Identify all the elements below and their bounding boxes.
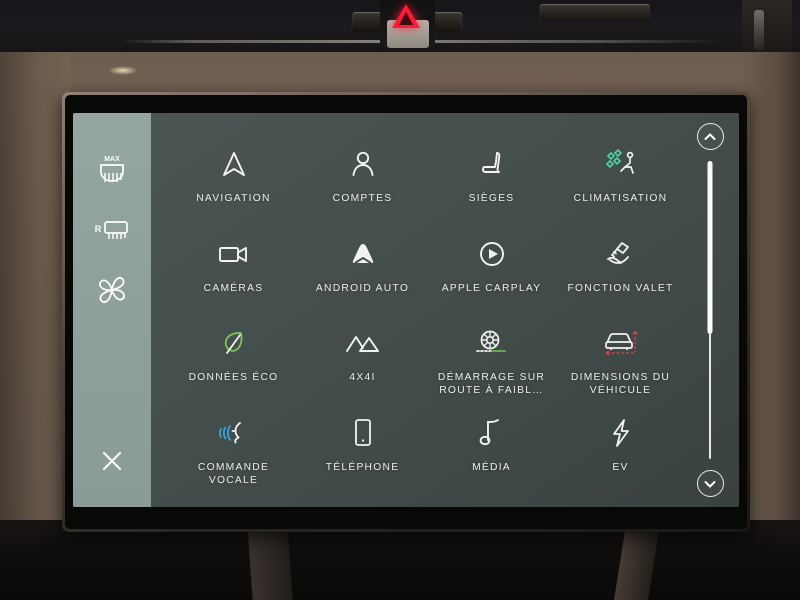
climate-sidebar: MAX R <box>73 113 151 507</box>
app-tile-label: MÉDIA <box>472 461 511 473</box>
infotainment-screen-bezel: MAX R NAVIGATION COMPTES SIÈGES CLIMATIS… <box>62 92 750 532</box>
vehicle-dimensions-icon <box>596 322 646 364</box>
app-tile-label: TÉLÉPHONE <box>325 461 400 473</box>
app-tile-label: NAVIGATION <box>196 193 271 204</box>
app-tile-telephone[interactable]: TÉLÉPHONE <box>298 408 427 498</box>
app-tile-android-auto[interactable]: ANDROID AUTO <box>298 229 427 319</box>
app-tile-cameras[interactable]: CAMÉRAS <box>169 229 298 319</box>
car-interior-scene: MAX R NAVIGATION COMPTES SIÈGES CLIMATIS… <box>0 0 800 600</box>
chevron-up-icon <box>704 133 716 140</box>
max-defrost-badge: MAX <box>104 156 120 163</box>
sidebar-item-rear-defrost[interactable]: R <box>86 207 138 253</box>
climate-airflow-icon <box>596 143 646 185</box>
scrollbar-track[interactable] <box>705 161 715 459</box>
dashboard-face-right <box>742 52 800 532</box>
eco-leaf-icon <box>209 322 259 364</box>
app-tile-ev[interactable]: EV <box>556 408 685 498</box>
mountain-terrain-icon <box>338 322 388 364</box>
app-tile-fonction-valet[interactable]: FONCTION VALET <box>556 229 685 319</box>
app-tile-label: FONCTION VALET <box>567 282 674 294</box>
app-tile-label: CLIMATISATION <box>573 193 668 204</box>
navigation-arrow-icon <box>209 143 259 185</box>
app-tile-label: 4X4I <box>349 372 376 383</box>
app-tile-4x4i[interactable]: 4X4I <box>298 318 427 408</box>
app-tile-label: DIMENSIONS DU VÉHICULE <box>570 372 671 396</box>
console-support-left <box>247 525 293 600</box>
close-menu-button[interactable] <box>92 441 132 481</box>
app-tile-label: ANDROID AUTO <box>315 282 410 294</box>
chevron-down-icon <box>704 480 716 487</box>
app-tile-apple-carplay[interactable]: APPLE CARPLAY <box>427 229 556 319</box>
lower-console <box>0 520 800 600</box>
person-account-icon <box>338 143 388 185</box>
app-tile-navigation[interactable]: NAVIGATION <box>169 139 298 229</box>
scrollbar-thumb[interactable] <box>707 161 713 334</box>
app-tile-demarrage-route-faible[interactable]: DÉMARRAGE SUR ROUTE À FAIBL… <box>427 318 556 408</box>
sidebar-item-fan[interactable] <box>86 267 138 313</box>
app-menu-panel: NAVIGATION COMPTES SIÈGES CLIMATISATION … <box>151 113 739 507</box>
air-vent-right <box>539 4 651 22</box>
dashboard-light-glare <box>108 66 138 75</box>
music-note-icon <box>467 412 517 454</box>
app-tile-label: APPLE CARPLAY <box>441 282 542 294</box>
app-tile-label: SIÈGES <box>468 193 515 204</box>
carplay-play-circle-icon <box>467 233 517 275</box>
lightning-bolt-icon <box>596 412 646 454</box>
air-vent-side <box>742 0 792 60</box>
app-tile-media[interactable]: MÉDIA <box>427 408 556 498</box>
rear-defrost-badge: R <box>95 224 102 234</box>
sidebar-item-max-defrost[interactable]: MAX <box>86 147 138 193</box>
close-x-icon <box>102 451 122 471</box>
app-tile-label: COMMANDE VOCALE <box>197 461 270 486</box>
app-tile-sieges[interactable]: SIÈGES <box>427 139 556 229</box>
scrollbar <box>687 113 733 507</box>
dashboard-face-left <box>0 52 70 532</box>
app-grid: NAVIGATION COMPTES SIÈGES CLIMATISATION … <box>151 139 739 497</box>
hazard-triangle-icon <box>392 4 420 28</box>
android-auto-icon <box>338 233 388 275</box>
app-tile-donnees-eco[interactable]: DONNÉES ÉCO <box>169 318 298 408</box>
app-tile-label: COMPTES <box>332 193 393 204</box>
app-tile-label: DONNÉES ÉCO <box>188 372 279 383</box>
app-tile-climatisation[interactable]: CLIMATISATION <box>556 139 685 229</box>
scroll-up-button[interactable] <box>696 123 724 150</box>
video-camera-icon <box>209 233 259 275</box>
voice-command-icon <box>209 412 259 454</box>
valet-hand-key-icon <box>596 233 646 275</box>
app-tile-label: EV <box>612 461 629 473</box>
smartphone-icon <box>338 412 388 454</box>
app-tile-commande-vocale[interactable]: COMMANDE VOCALE <box>169 408 298 498</box>
infotainment-screen[interactable]: MAX R NAVIGATION COMPTES SIÈGES CLIMATIS… <box>73 113 739 507</box>
low-friction-launch-wheel-icon <box>467 322 517 364</box>
scroll-down-button[interactable] <box>696 470 724 497</box>
app-tile-dimensions-vehicule[interactable]: DIMENSIONS DU VÉHICULE <box>556 318 685 408</box>
car-seat-icon <box>467 143 517 185</box>
app-tile-comptes[interactable]: COMPTES <box>298 139 427 229</box>
infotainment-screen-frame: MAX R NAVIGATION COMPTES SIÈGES CLIMATIS… <box>65 95 747 529</box>
app-tile-label: DÉMARRAGE SUR ROUTE À FAIBL… <box>437 372 546 396</box>
app-tile-label: CAMÉRAS <box>203 282 264 294</box>
